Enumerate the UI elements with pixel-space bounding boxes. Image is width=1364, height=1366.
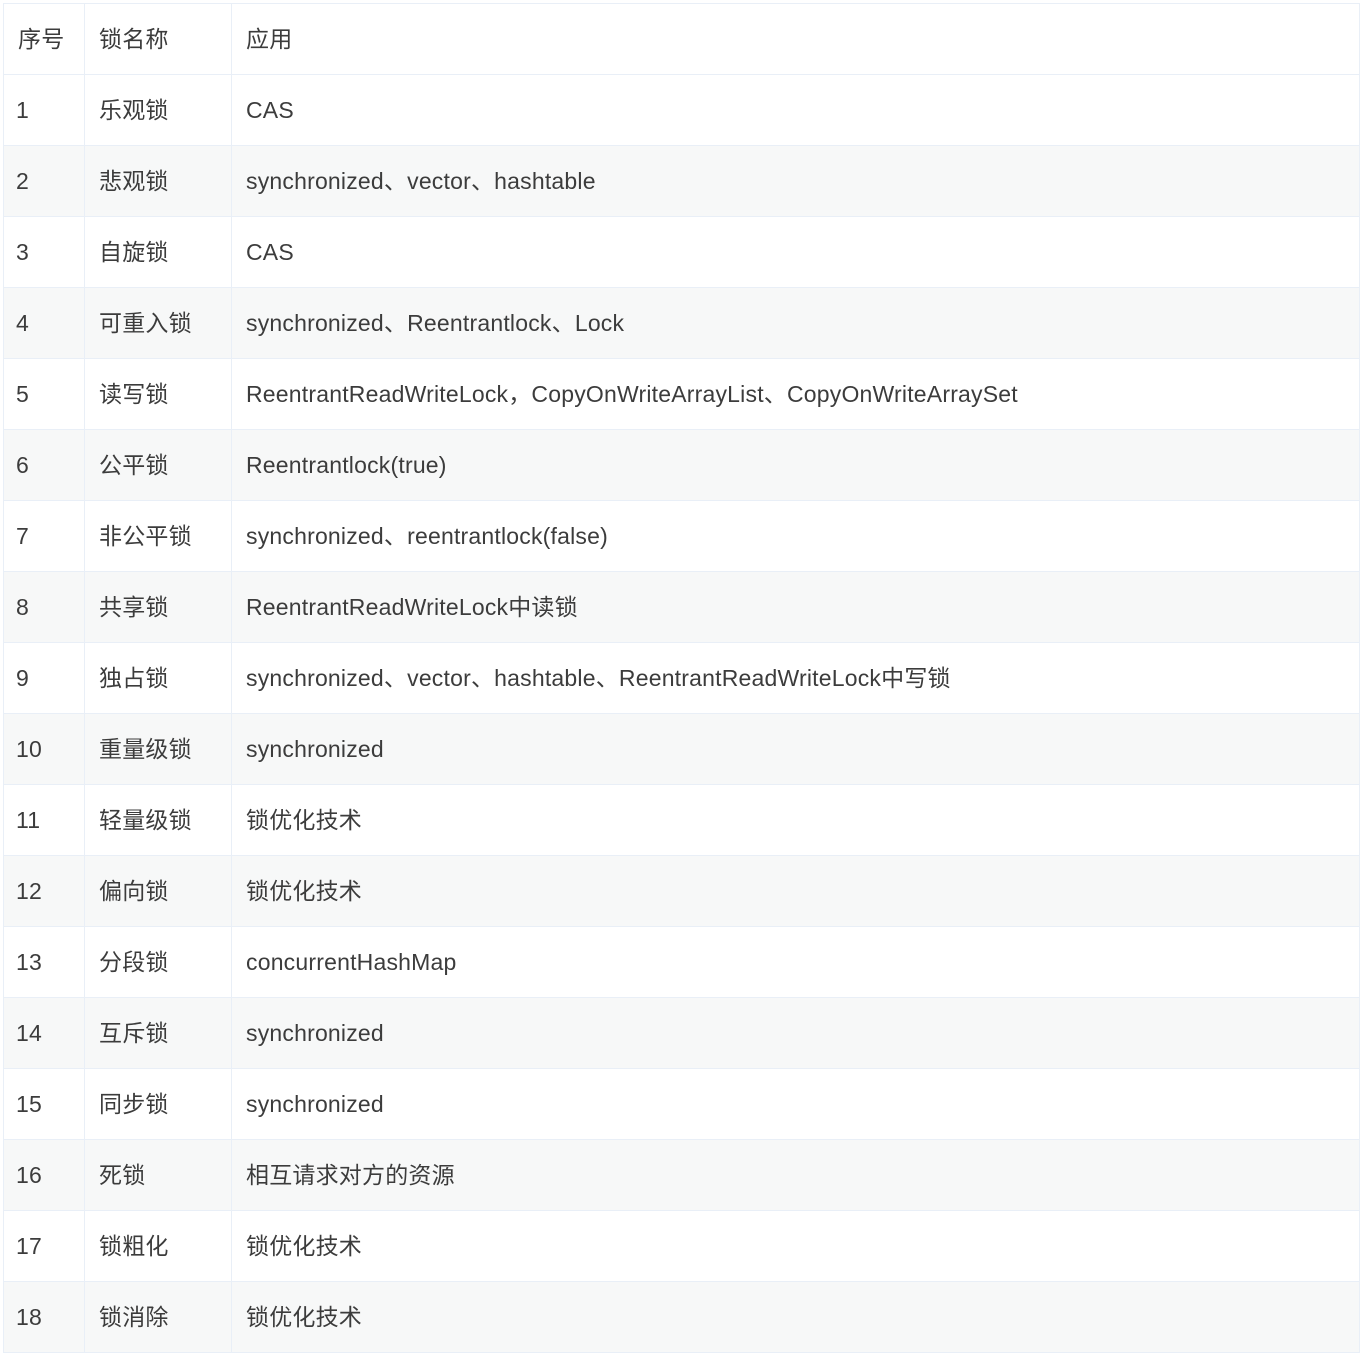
table-row: 10 重量级锁 synchronized [3, 713, 1360, 785]
table-row: 12 偏向锁 锁优化技术 [3, 855, 1360, 927]
table-row: 16 死锁 相互请求对方的资源 [3, 1139, 1360, 1211]
cell-lock-name: 读写锁 [84, 358, 232, 430]
cell-application: synchronized、vector、hashtable [231, 145, 1360, 217]
cell-lock-name: 乐观锁 [84, 74, 232, 146]
cell-application: synchronized [231, 997, 1360, 1069]
cell-index: 17 [3, 1210, 85, 1282]
cell-index: 9 [3, 642, 85, 714]
table-row: 11 轻量级锁 锁优化技术 [3, 784, 1360, 856]
cell-lock-name: 自旋锁 [84, 216, 232, 288]
cell-lock-name: 轻量级锁 [84, 784, 232, 856]
table-row: 2 悲观锁 synchronized、vector、hashtable [3, 145, 1360, 217]
cell-lock-name: 悲观锁 [84, 145, 232, 217]
cell-application: synchronized [231, 1068, 1360, 1140]
cell-index: 12 [3, 855, 85, 927]
cell-index: 13 [3, 926, 85, 998]
cell-index: 15 [3, 1068, 85, 1140]
cell-lock-name: 重量级锁 [84, 713, 232, 785]
cell-application: concurrentHashMap [231, 926, 1360, 998]
table-row: 3 自旋锁 CAS [3, 216, 1360, 288]
cell-application: synchronized、Reentrantlock、Lock [231, 287, 1360, 359]
cell-application: ReentrantReadWriteLock中读锁 [231, 571, 1360, 643]
table-row: 1 乐观锁 CAS [3, 74, 1360, 146]
cell-application: 锁优化技术 [231, 1281, 1360, 1353]
table-row: 5 读写锁 ReentrantReadWriteLock，CopyOnWriteAr… [3, 358, 1360, 430]
cell-lock-name: 互斥锁 [84, 997, 232, 1069]
table-row: 4 可重入锁 synchronized、Reentrantlock、Lock [3, 287, 1360, 359]
lock-types-table: 序号 锁名称 应用 1 乐观锁 CAS 2 悲观锁 synchronized、vector… [3, 3, 1360, 1353]
cell-index: 8 [3, 571, 85, 643]
cell-lock-name: 可重入锁 [84, 287, 232, 359]
cell-index: 6 [3, 429, 85, 501]
cell-application: 锁优化技术 [231, 855, 1360, 927]
column-header-lock-name: 锁名称 [84, 3, 232, 75]
cell-index: 16 [3, 1139, 85, 1211]
cell-index: 3 [3, 216, 85, 288]
cell-index: 14 [3, 997, 85, 1069]
cell-application: synchronized [231, 713, 1360, 785]
table-row: 13 分段锁 concurrentHashMap [3, 926, 1360, 998]
cell-lock-name: 死锁 [84, 1139, 232, 1211]
cell-lock-name: 锁消除 [84, 1281, 232, 1353]
cell-application: ReentrantReadWriteLock，CopyOnWriteArrayL… [231, 358, 1360, 430]
table-row: 17 锁粗化 锁优化技术 [3, 1210, 1360, 1282]
cell-application: 锁优化技术 [231, 784, 1360, 856]
cell-application: Reentrantlock(true) [231, 429, 1360, 501]
cell-lock-name: 同步锁 [84, 1068, 232, 1140]
table-header-row: 序号 锁名称 应用 [3, 3, 1360, 75]
page-container: 序号 锁名称 应用 1 乐观锁 CAS 2 悲观锁 synchronized、vector… [0, 0, 1364, 1366]
table-row: 18 锁消除 锁优化技术 [3, 1281, 1360, 1353]
table-row: 9 独占锁 synchronized、vector、hashtable、Reentr… [3, 642, 1360, 714]
cell-index: 2 [3, 145, 85, 217]
cell-lock-name: 公平锁 [84, 429, 232, 501]
cell-index: 5 [3, 358, 85, 430]
table-row: 15 同步锁 synchronized [3, 1068, 1360, 1140]
cell-application: synchronized、vector、hashtable、ReentrantR… [231, 642, 1360, 714]
cell-application: CAS [231, 216, 1360, 288]
column-header-index: 序号 [3, 3, 85, 75]
column-header-application: 应用 [231, 3, 1360, 75]
cell-lock-name: 共享锁 [84, 571, 232, 643]
table-header: 序号 锁名称 应用 [3, 3, 1360, 75]
cell-lock-name: 锁粗化 [84, 1210, 232, 1282]
table-row: 14 互斥锁 synchronized [3, 997, 1360, 1069]
table-row: 7 非公平锁 synchronized、reentrantlock(false) [3, 500, 1360, 572]
cell-index: 7 [3, 500, 85, 572]
cell-index: 18 [3, 1281, 85, 1353]
cell-application: 锁优化技术 [231, 1210, 1360, 1282]
cell-lock-name: 非公平锁 [84, 500, 232, 572]
table-row: 8 共享锁 ReentrantReadWriteLock中读锁 [3, 571, 1360, 643]
cell-application: CAS [231, 74, 1360, 146]
cell-index: 11 [3, 784, 85, 856]
cell-index: 1 [3, 74, 85, 146]
cell-index: 10 [3, 713, 85, 785]
table-row: 6 公平锁 Reentrantlock(true) [3, 429, 1360, 501]
cell-lock-name: 偏向锁 [84, 855, 232, 927]
cell-lock-name: 独占锁 [84, 642, 232, 714]
cell-index: 4 [3, 287, 85, 359]
cell-application: synchronized、reentrantlock(false) [231, 500, 1360, 572]
cell-application: 相互请求对方的资源 [231, 1139, 1360, 1211]
cell-lock-name: 分段锁 [84, 926, 232, 998]
table-body: 1 乐观锁 CAS 2 悲观锁 synchronized、vector、hashtable… [3, 74, 1360, 1353]
